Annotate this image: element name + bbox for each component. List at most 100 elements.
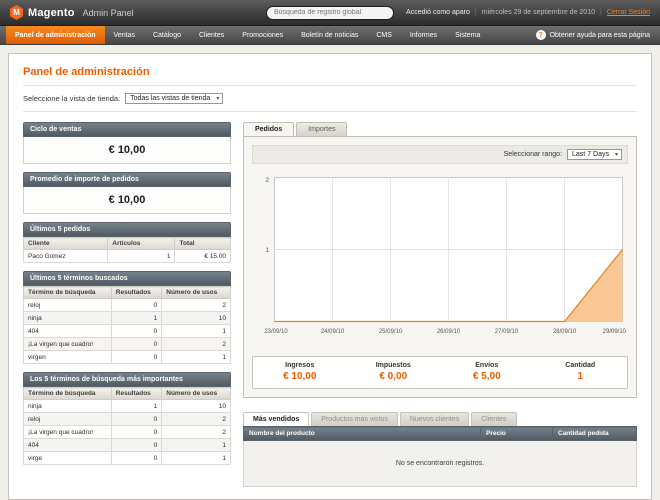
- nav-item-ventas[interactable]: Ventas: [105, 26, 144, 44]
- cell: € 15.00: [175, 250, 231, 263]
- average-orders-title: Promedio de importe de pedidos: [23, 172, 231, 187]
- average-orders-panel: Promedio de importe de pedidos € 10,00: [23, 172, 231, 214]
- store-view-value: Todas las vistas de tienda: [130, 95, 210, 102]
- chart-x-label: 29/09/10: [603, 329, 627, 335]
- nav-item-promociones[interactable]: Promociones: [233, 26, 292, 44]
- tab-productos-mas-vistos[interactable]: Productos más vistos: [311, 412, 398, 426]
- nav-item-dashboard[interactable]: Panel de administración: [6, 26, 105, 44]
- tab-pedidos[interactable]: Pedidos: [243, 122, 294, 136]
- total-ingresos: Ingresos € 10,00: [253, 357, 347, 388]
- cell: 10: [162, 312, 231, 325]
- cell: 0: [111, 338, 162, 351]
- total-value: € 5,00: [440, 371, 534, 382]
- last-search-table: Término de búsqueda Resultados Número de…: [23, 286, 231, 364]
- table-row[interactable]: ¡La virgen que cuadro! 0 2: [24, 338, 231, 351]
- table-row[interactable]: 404 0 1: [24, 325, 231, 338]
- table-row[interactable]: ninja 1 10: [24, 400, 231, 413]
- table-row[interactable]: ninja 1 10: [24, 312, 231, 325]
- tab-clientes[interactable]: Clientes: [471, 412, 516, 426]
- dashboard-left-column: Ciclo de ventas € 10,00 Promedio de impo…: [23, 122, 231, 487]
- lifetime-sales-panel: Ciclo de ventas € 10,00: [23, 122, 231, 164]
- total-cantidad: Cantidad 1: [534, 357, 628, 388]
- cell: ninja: [24, 400, 112, 413]
- col-header: Cantidad pedida: [553, 427, 637, 441]
- main-nav: Panel de administración Ventas Catálogo …: [0, 26, 660, 45]
- logged-in-as: Accedió como aparo: [406, 9, 470, 16]
- range-label: Seleccionar rango:: [504, 151, 562, 158]
- cell: reloj: [24, 299, 112, 312]
- page-help-link[interactable]: ? Obtener ayuda para esta página: [536, 26, 660, 44]
- store-view-select[interactable]: Todas las vistas de tienda: [125, 93, 223, 104]
- cell: 1: [162, 452, 231, 465]
- content-panel: Panel de administración Seleccione la vi…: [8, 53, 652, 500]
- dashboard-main-column: Pedidos Importes Seleccionar rango: Last…: [243, 122, 637, 487]
- cell: 1: [111, 312, 162, 325]
- total-label: Cantidad: [534, 362, 628, 369]
- table-row[interactable]: 404 0 1: [24, 439, 231, 452]
- cell: Paco Gomez: [24, 250, 108, 263]
- totals-bar: Ingresos € 10,00 Impuestos € 0,00 Envíos…: [252, 356, 628, 389]
- table-row[interactable]: reloj 0 2: [24, 413, 231, 426]
- store-view-label: Seleccione la vista de tienda:: [23, 94, 120, 103]
- col-header: Cliente: [24, 238, 108, 250]
- range-bar: Seleccionar rango: Last 7 Days: [252, 145, 628, 164]
- cell: virge: [24, 452, 112, 465]
- cell: 1: [162, 325, 231, 338]
- nav-item-catalogo[interactable]: Catálogo: [144, 26, 190, 44]
- cell: reloj: [24, 413, 112, 426]
- tab-mas-vendidos[interactable]: Más vendidos: [243, 412, 309, 426]
- cell: 10: [162, 400, 231, 413]
- grid-tabs: Más vendidos Productos más vistos Nuevos…: [243, 412, 637, 426]
- range-value: Last 7 Days: [572, 151, 609, 158]
- last-orders-panel: Últimos 5 pedidos Cliente Artículos Tota…: [23, 222, 231, 263]
- nav-item-sistema[interactable]: Sistema: [446, 26, 489, 44]
- magento-logo-icon: M: [10, 5, 23, 20]
- nav-item-clientes[interactable]: Clientes: [190, 26, 233, 44]
- header-user-area: Accedió como aparo | miércoles 29 de sep…: [406, 9, 650, 16]
- nav-item-boletin[interactable]: Boletín de noticias: [292, 26, 367, 44]
- total-value: 1: [534, 371, 628, 382]
- help-label: Obtener ayuda para esta página: [550, 32, 650, 39]
- nav-item-informes[interactable]: Informes: [401, 26, 446, 44]
- col-header: Número de usos: [162, 388, 231, 400]
- chart-x-label: 28/09/10: [553, 329, 577, 335]
- table-row[interactable]: ¡La virgen que cuadro! 0 2: [24, 426, 231, 439]
- table-row[interactable]: virge 0 1: [24, 452, 231, 465]
- cell: 0: [111, 426, 162, 439]
- last-orders-title: Últimos 5 pedidos: [23, 222, 231, 237]
- magento-logo: M Magento Admin Panel: [10, 5, 134, 20]
- tab-importes[interactable]: Importes: [296, 122, 347, 136]
- help-icon: ?: [536, 30, 546, 40]
- cell: 0: [111, 351, 162, 364]
- table-row[interactable]: reloj 0 2: [24, 299, 231, 312]
- col-header: Término de búsqueda: [24, 287, 112, 299]
- lifetime-sales-title: Ciclo de ventas: [23, 122, 231, 137]
- average-orders-value: € 10,00: [23, 187, 231, 214]
- cell: 2: [162, 426, 231, 439]
- chart-board: Seleccionar rango: Last 7 Days: [243, 136, 637, 398]
- cell: 0: [111, 299, 162, 312]
- logout-link[interactable]: Cerrar Sesión: [607, 9, 650, 16]
- cell: 404: [24, 439, 112, 452]
- range-select[interactable]: Last 7 Days: [567, 149, 622, 160]
- nav-item-cms[interactable]: CMS: [367, 26, 401, 44]
- chart-x-label: 25/09/10: [379, 329, 403, 335]
- cell: 1: [162, 439, 231, 452]
- col-header: Precio: [481, 427, 553, 441]
- col-header: Resultados: [111, 388, 162, 400]
- total-label: Impuestos: [347, 362, 441, 369]
- tab-nuevos-clientes[interactable]: Nuevos clientes: [400, 412, 469, 426]
- total-label: Envíos: [440, 362, 534, 369]
- last-orders-table: Cliente Artículos Total Paco Gomez 1 € 1…: [23, 237, 231, 263]
- col-header: Número de usos: [162, 287, 231, 299]
- header-separator: |: [600, 9, 602, 16]
- table-row[interactable]: virgen 0 1: [24, 351, 231, 364]
- page-title: Panel de administración: [23, 62, 637, 86]
- col-header: Resultados: [111, 287, 162, 299]
- cell: 2: [162, 413, 231, 426]
- table-row[interactable]: Paco Gomez 1 € 15.00: [24, 250, 231, 263]
- lifetime-sales-value: € 10,00: [23, 137, 231, 164]
- top-header: M Magento Admin Panel Accedió como aparo…: [0, 0, 660, 26]
- cell: 1: [108, 250, 175, 263]
- global-search-input[interactable]: [266, 6, 394, 20]
